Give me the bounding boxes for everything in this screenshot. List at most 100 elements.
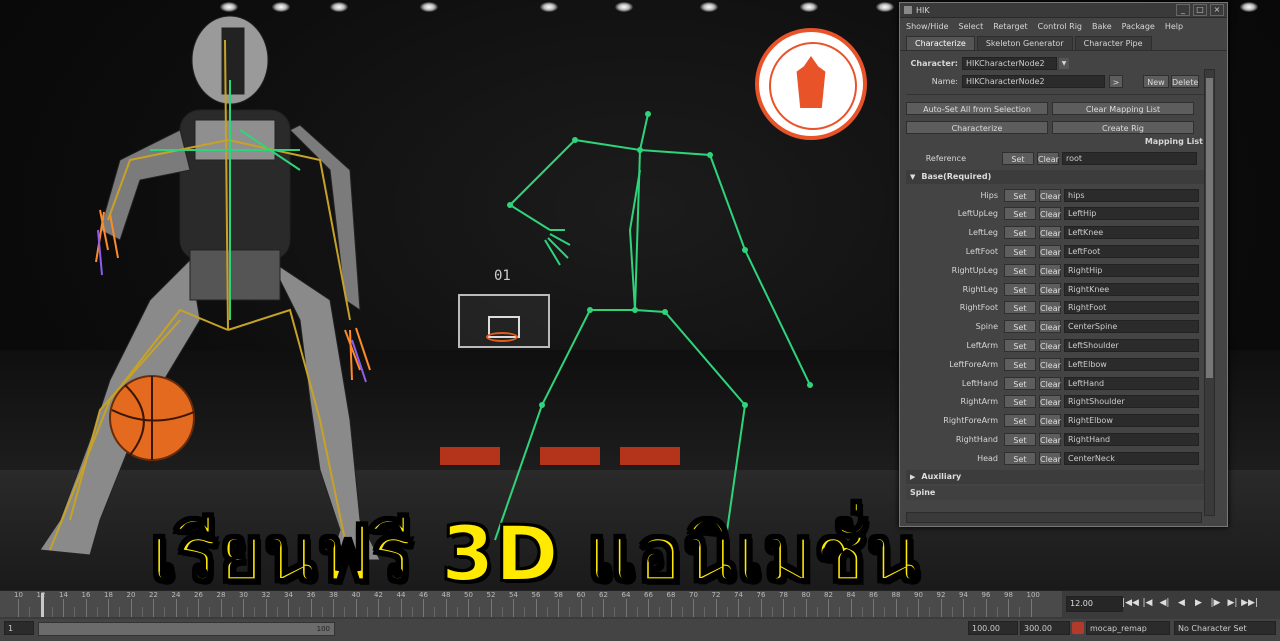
anim-layer-field[interactable]: mocap_remap <box>1086 621 1170 635</box>
characterize-button[interactable]: Characterize <box>906 121 1048 134</box>
set-button[interactable]: Set <box>1004 339 1036 353</box>
clear-button[interactable]: Clear <box>1039 263 1061 277</box>
clear-button[interactable]: Clear <box>1039 339 1061 353</box>
clear-button[interactable]: Clear <box>1039 451 1061 465</box>
go-to-end-icon[interactable]: ▶▶| <box>1241 595 1258 611</box>
menu-bake[interactable]: Bake <box>1092 22 1112 31</box>
clear-button[interactable]: Clear <box>1039 282 1061 296</box>
mapping-field[interactable]: LeftHand <box>1064 376 1199 390</box>
name-field[interactable]: HIKCharacterNode2 <box>962 74 1105 88</box>
clear-mapping-button[interactable]: Clear Mapping List <box>1052 102 1194 115</box>
set-button[interactable]: Set <box>1004 376 1036 390</box>
timeline-ruler[interactable]: 1012141618202224262830323436384042444648… <box>0 591 1062 617</box>
mapping-field[interactable]: RightElbow <box>1064 414 1199 428</box>
hik-titlebar[interactable]: HIK _ □ × <box>900 3 1227 18</box>
close-icon[interactable]: × <box>1210 4 1224 16</box>
delete-button[interactable]: Delete <box>1171 74 1199 88</box>
menu-help[interactable]: Help <box>1165 22 1183 31</box>
menu-control-rig[interactable]: Control Rig <box>1038 22 1082 31</box>
hik-window[interactable]: HIK _ □ × Show/Hide Select Retarget Cont… <box>899 2 1228 527</box>
minimize-icon[interactable]: _ <box>1176 4 1190 16</box>
mapping-field[interactable]: CenterSpine <box>1064 320 1199 334</box>
maximize-icon[interactable]: □ <box>1193 4 1207 16</box>
mocap-skeleton[interactable] <box>480 100 840 560</box>
set-button[interactable]: Set <box>1004 245 1036 259</box>
mapping-field[interactable]: LeftHip <box>1064 207 1199 221</box>
step-back-frame-icon[interactable]: ◀| <box>1156 595 1173 611</box>
current-frame-marker[interactable] <box>40 593 44 617</box>
anim-end-field[interactable]: 100.00 <box>968 621 1018 635</box>
scrollbar-thumb[interactable] <box>1206 78 1213 378</box>
name-arrow-button[interactable]: > <box>1109 74 1123 88</box>
play-backward-icon[interactable]: ◀ <box>1173 595 1190 611</box>
mapping-field[interactable]: RightShoulder <box>1064 395 1199 409</box>
character-set-field[interactable]: No Character Set <box>1174 621 1276 635</box>
spine-section-header[interactable]: Spine <box>906 485 1215 500</box>
clear-button[interactable]: Clear <box>1039 301 1061 315</box>
menu-retarget[interactable]: Retarget <box>993 22 1027 31</box>
clear-button[interactable]: Clear <box>1039 226 1061 240</box>
vertical-scrollbar[interactable] <box>1204 69 1215 516</box>
set-button[interactable]: Set <box>1004 188 1036 202</box>
set-button[interactable]: Set <box>1004 414 1036 428</box>
reference-clear-button[interactable]: Clear <box>1037 151 1059 165</box>
play-forward-icon[interactable]: ▶ <box>1190 595 1207 611</box>
auxiliary-section-header[interactable]: ▶ Auxiliary <box>906 469 1215 484</box>
mapping-field[interactable]: RightHand <box>1064 433 1199 447</box>
mapping-field[interactable]: RightHip <box>1064 263 1199 277</box>
clear-button[interactable]: Clear <box>1039 320 1061 334</box>
mapping-field[interactable]: LeftFoot <box>1064 245 1199 259</box>
set-button[interactable]: Set <box>1004 433 1036 447</box>
clear-button[interactable]: Clear <box>1039 245 1061 259</box>
set-button[interactable]: Set <box>1004 263 1036 277</box>
reference-set-button[interactable]: Set <box>1002 151 1034 165</box>
set-button[interactable]: Set <box>1004 357 1036 371</box>
set-button[interactable]: Set <box>1004 320 1036 334</box>
clear-button[interactable]: Clear <box>1039 188 1061 202</box>
clear-button[interactable]: Clear <box>1039 207 1061 221</box>
reference-field[interactable]: root <box>1062 151 1197 165</box>
set-button[interactable]: Set <box>1004 451 1036 465</box>
clear-button[interactable]: Clear <box>1039 376 1061 390</box>
chevron-down-icon[interactable]: ▼ <box>910 173 915 181</box>
set-button[interactable]: Set <box>1004 207 1036 221</box>
current-frame-field[interactable]: 12.00 <box>1066 596 1123 612</box>
auto-set-button[interactable]: Auto-Set All from Selection <box>906 102 1048 115</box>
clear-button[interactable]: Clear <box>1039 395 1061 409</box>
chevron-down-icon[interactable]: ▼ <box>1059 57 1069 69</box>
mapping-field[interactable]: CenterNeck <box>1064 451 1199 465</box>
tab-skeleton-generator[interactable]: Skeleton Generator <box>976 36 1073 50</box>
menu-select[interactable]: Select <box>959 22 984 31</box>
range-start-field[interactable]: 1 <box>4 621 34 635</box>
step-forward-frame-icon[interactable]: |▶ <box>1207 595 1224 611</box>
step-back-key-icon[interactable]: |◀ <box>1139 595 1156 611</box>
character-dropdown[interactable]: HIKCharacterNode2 <box>962 56 1057 70</box>
mapping-field[interactable]: hips <box>1064 188 1199 202</box>
horizontal-scrollbar[interactable] <box>906 512 1202 523</box>
set-button[interactable]: Set <box>1004 282 1036 296</box>
clear-button[interactable]: Clear <box>1039 414 1061 428</box>
range-bar[interactable]: 100 <box>38 622 335 636</box>
mapping-field[interactable]: LeftKnee <box>1064 226 1199 240</box>
set-button[interactable]: Set <box>1004 395 1036 409</box>
clear-button[interactable]: Clear <box>1039 357 1061 371</box>
menu-show-hide[interactable]: Show/Hide <box>906 22 949 31</box>
tab-characterize[interactable]: Characterize <box>906 36 975 50</box>
anim-max-field[interactable]: 300.00 <box>1020 621 1070 635</box>
clear-button[interactable]: Clear <box>1039 433 1061 447</box>
new-button[interactable]: New <box>1143 74 1169 88</box>
mapping-field[interactable]: LeftElbow <box>1064 357 1199 371</box>
mapping-field[interactable]: LeftShoulder <box>1064 339 1199 353</box>
base-section-header[interactable]: ▼ Base(Required) <box>906 169 1215 184</box>
menu-package[interactable]: Package <box>1122 22 1155 31</box>
tab-character-pipe[interactable]: Character Pipe <box>1074 36 1152 50</box>
set-button[interactable]: Set <box>1004 226 1036 240</box>
set-button[interactable]: Set <box>1004 301 1036 315</box>
mapping-field[interactable]: RightKnee <box>1064 282 1199 296</box>
go-to-start-icon[interactable]: |◀◀ <box>1122 595 1139 611</box>
step-forward-key-icon[interactable]: ▶| <box>1224 595 1241 611</box>
chevron-right-icon[interactable]: ▶ <box>910 473 915 481</box>
time-slider[interactable]: 1012141618202224262830323436384042444648… <box>0 590 1280 641</box>
mapping-field[interactable]: RightFoot <box>1064 301 1199 315</box>
create-rig-button[interactable]: Create Rig <box>1052 121 1194 134</box>
